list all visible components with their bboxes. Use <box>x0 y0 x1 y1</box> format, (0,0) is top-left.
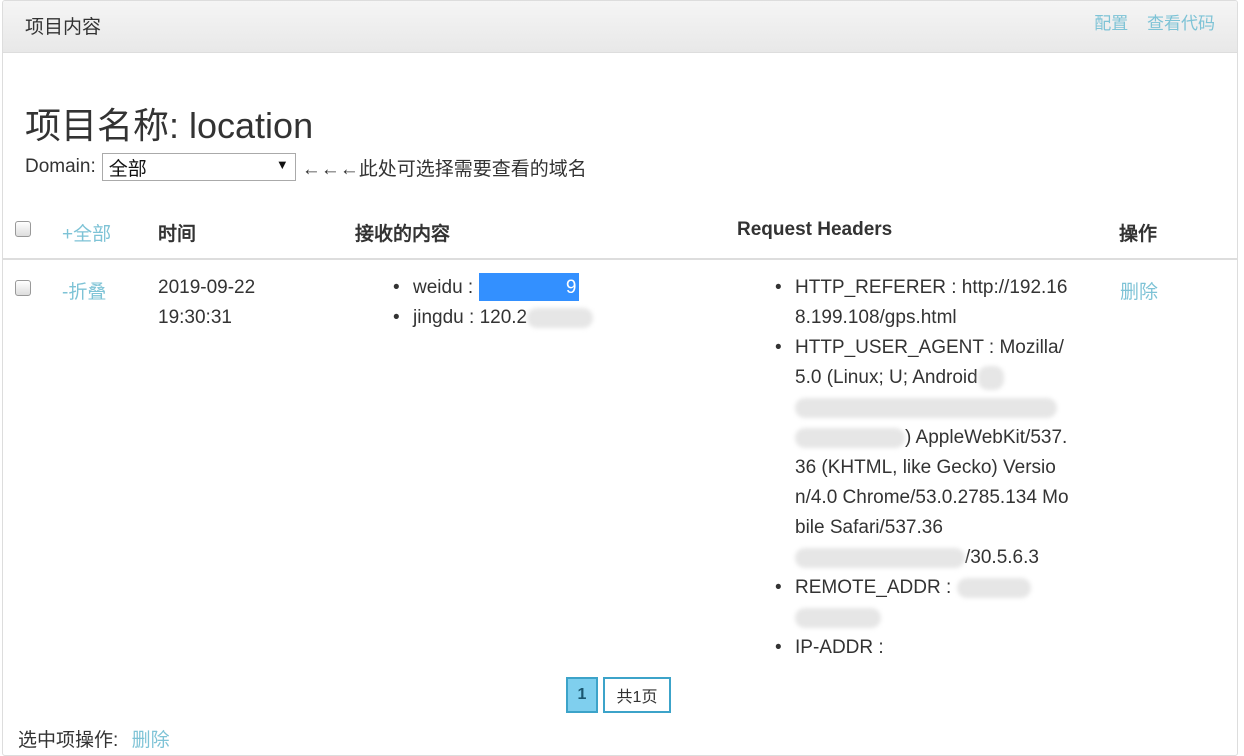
redacted-block <box>956 577 1031 598</box>
view-code-link[interactable]: 查看代码 <box>1147 14 1215 33</box>
config-link[interactable]: 配置 <box>1094 14 1128 33</box>
row-time: 2019-09-22 19:30:31 <box>158 273 255 333</box>
column-action: 操作 <box>1119 224 1158 245</box>
bulk-actions-label: 选中项操作: <box>18 730 119 751</box>
column-content: 接收的内容 <box>355 224 451 245</box>
bulk-actions: 选中项操作: 删除 <box>18 725 170 752</box>
value-end: 9 <box>565 277 577 298</box>
column-time: 时间 <box>158 224 197 245</box>
panel-header: 项目内容 配置 查看代码 <box>3 1 1237 53</box>
list-item: HTTP_USER_AGENT : Mozilla/5.0 (Linux; U;… <box>775 333 1071 573</box>
row-checkbox[interactable] <box>15 280 31 296</box>
header-user-agent-tail: /30.5.6.3 <box>965 547 1039 568</box>
panel-title: 项目内容 <box>25 17 102 38</box>
request-headers-list: HTTP_REFERER : http://192.168.199.108/gp… <box>775 273 1071 663</box>
select-all-checkbox[interactable] <box>15 221 31 237</box>
project-title: 项目名称: location <box>25 105 314 146</box>
header-links: 配置 查看代码 <box>1080 9 1215 34</box>
domain-hint: ←←←此处可选择需要查看的域名 <box>301 158 587 180</box>
project-panel: 项目内容 配置 查看代码 项目名称: location Domain: 全部 ▼… <box>2 0 1238 756</box>
content-value: 120.2 <box>479 307 528 328</box>
content-separator: : <box>463 307 480 328</box>
redacted-block <box>795 547 965 568</box>
table-header: +全部 时间 接收的内容 Request Headers 操作 <box>3 205 1237 260</box>
header-referer: HTTP_REFERER : http://192.168.199.108/gp… <box>795 277 1068 328</box>
domain-selected-value: 全部 <box>108 158 147 180</box>
header-ip-addr: IP-ADDR : <box>795 637 884 658</box>
column-request-headers: Request Headers <box>737 219 893 240</box>
redacted-block <box>977 365 1004 390</box>
domain-filter: Domain: 全部 ▼ ←←←此处可选择需要查看的域名 <box>25 153 587 181</box>
bulk-delete-link[interactable]: 删除 <box>132 730 170 751</box>
list-item: REMOTE_ADDR : <box>775 573 1071 633</box>
domain-label: Domain: <box>25 156 96 177</box>
list-item: weidu : 9 <box>393 273 593 303</box>
list-item: IP-ADDR : <box>775 633 1071 663</box>
row-clock: 19:30:31 <box>158 307 232 328</box>
selected-value: 9 <box>478 273 579 301</box>
row-delete-link[interactable]: 删除 <box>1120 277 1158 304</box>
content-separator: : <box>462 277 479 298</box>
table-row: -折叠 2019-09-22 19:30:31 weidu : 9 jingdu… <box>3 261 1237 663</box>
content-key: jingdu <box>413 307 464 328</box>
expand-all-link[interactable]: +全部 <box>62 219 111 246</box>
list-item: HTTP_REFERER : http://192.168.199.108/gp… <box>775 273 1071 333</box>
collapse-link[interactable]: -折叠 <box>62 277 106 304</box>
domain-select[interactable]: 全部 ▼ <box>101 153 296 181</box>
page-total[interactable]: 共1页 <box>603 677 671 713</box>
dropdown-arrow-icon: ▼ <box>275 157 289 172</box>
redacted-block <box>527 307 594 328</box>
redacted-block <box>795 427 905 448</box>
list-item: jingdu : 120.2 <box>393 303 594 333</box>
received-content-list: weidu : 9 jingdu : 120.2 <box>393 273 594 333</box>
content-key: weidu <box>413 277 463 298</box>
redacted-block <box>795 607 881 628</box>
pagination: 1 共1页 <box>566 677 671 713</box>
page-button-current[interactable]: 1 <box>566 677 598 713</box>
row-date: 2019-09-22 <box>158 277 256 298</box>
header-user-agent: HTTP_USER_AGENT : Mozilla/5.0 (Linux; U;… <box>795 337 1064 388</box>
redacted-block <box>795 397 1057 418</box>
header-remote-addr: REMOTE_ADDR : <box>795 577 952 598</box>
